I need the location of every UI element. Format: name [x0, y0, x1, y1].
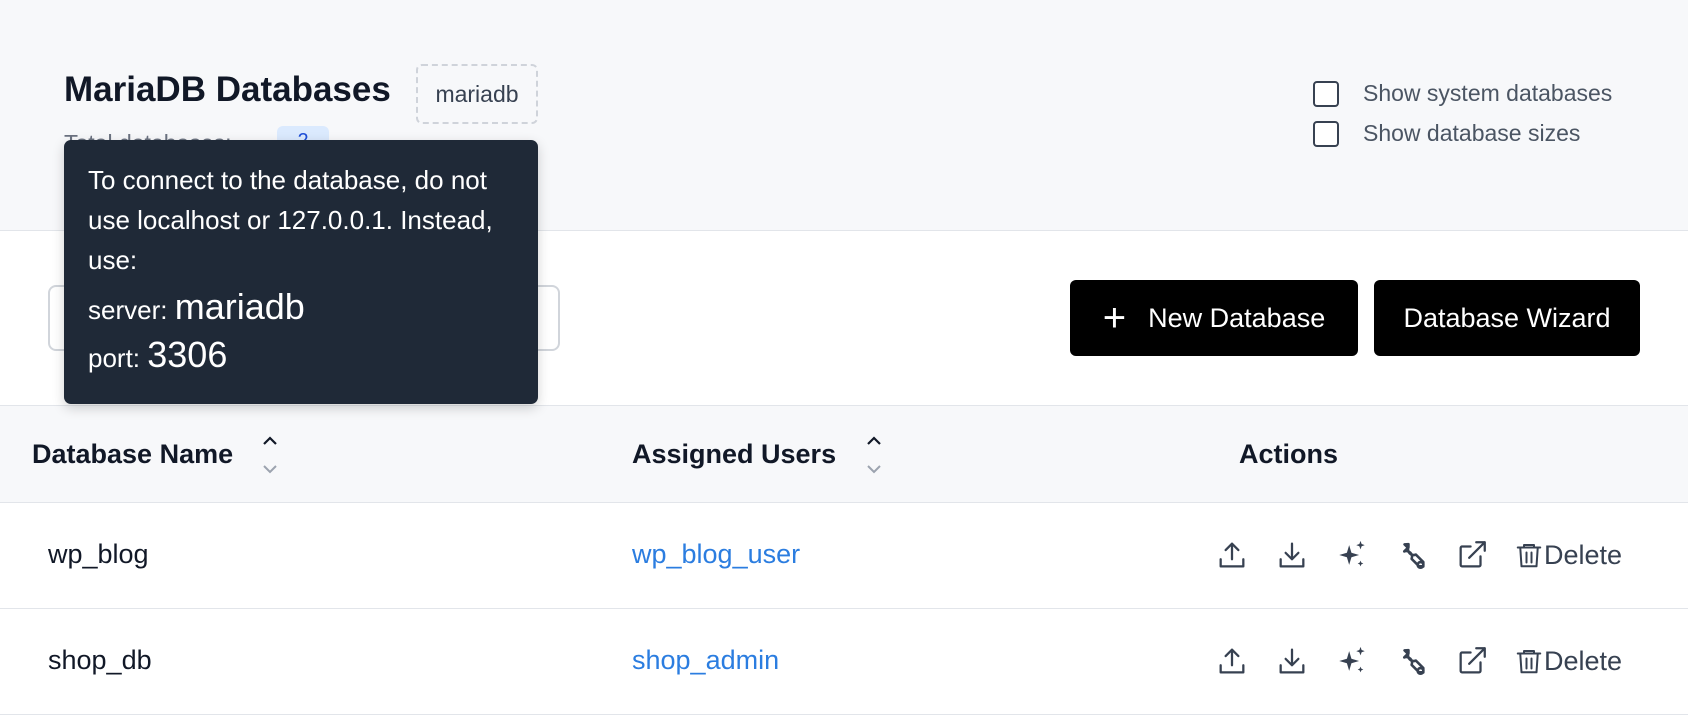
tooltip-server-line: server: mariadb: [88, 286, 514, 328]
sort-users-icon[interactable]: [864, 430, 884, 480]
external-link-icon[interactable]: [1454, 643, 1490, 679]
connection-info-tooltip: To connect to the database, do not use l…: [64, 140, 538, 404]
show-system-databases-label[interactable]: Show system databases: [1363, 80, 1612, 107]
new-database-label: New Database: [1148, 302, 1326, 333]
column-header-assigned-users[interactable]: Assigned Users: [632, 439, 836, 470]
sort-name-icon[interactable]: [260, 430, 280, 480]
port-value: 3306: [147, 334, 228, 375]
download-icon[interactable]: [1274, 643, 1310, 679]
tooltip-port-line: port: 3306: [88, 334, 514, 376]
show-system-databases-option[interactable]: Show system databases: [1313, 80, 1612, 107]
wrench-icon[interactable]: [1394, 537, 1430, 573]
delete-label: Delete: [1544, 645, 1623, 676]
assigned-user-link[interactable]: shop_admin: [632, 645, 779, 676]
engine-badge[interactable]: mariadb: [416, 64, 538, 124]
server-label: server:: [88, 295, 168, 325]
external-link-icon[interactable]: [1454, 537, 1490, 573]
row-actions: Delete: [1214, 641, 1622, 681]
show-system-databases-checkbox[interactable]: [1313, 80, 1339, 107]
column-header-actions: Actions: [1239, 439, 1339, 469]
trash-icon: [1514, 537, 1544, 573]
port-label: port:: [88, 343, 141, 373]
column-header-database-name[interactable]: Database Name: [32, 439, 233, 470]
row-actions: Delete: [1214, 535, 1622, 575]
new-database-button[interactable]: + New Database: [1070, 280, 1358, 356]
database-name: wp_blog: [48, 539, 149, 569]
database-wizard-button[interactable]: Database Wizard: [1374, 280, 1640, 356]
table-row: wp_blog wp_blog_user Delete: [0, 503, 1688, 609]
table-row: shop_db shop_admin Delete: [0, 609, 1688, 715]
plus-icon: +: [1102, 296, 1127, 340]
download-icon[interactable]: [1274, 537, 1310, 573]
delete-label: Delete: [1544, 539, 1623, 570]
tooltip-text: To connect to the database, do not use l…: [88, 165, 493, 275]
wrench-icon[interactable]: [1394, 643, 1430, 679]
database-name: shop_db: [48, 645, 152, 675]
trash-icon: [1514, 643, 1544, 679]
assigned-user-link[interactable]: wp_blog_user: [632, 539, 800, 570]
show-database-sizes-label[interactable]: Show database sizes: [1363, 120, 1580, 147]
server-value: mariadb: [174, 286, 305, 327]
show-database-sizes-option[interactable]: Show database sizes: [1313, 120, 1580, 147]
upload-icon[interactable]: [1214, 643, 1250, 679]
page-title: MariaDB Databases: [64, 70, 391, 109]
upload-icon[interactable]: [1214, 537, 1250, 573]
show-database-sizes-checkbox[interactable]: [1313, 120, 1339, 147]
sparkles-icon[interactable]: [1334, 537, 1370, 573]
delete-button[interactable]: Delete: [1514, 537, 1622, 573]
delete-button[interactable]: Delete: [1514, 643, 1622, 679]
sparkles-icon[interactable]: [1334, 643, 1370, 679]
table-header: Database Name Assigned Users Actions: [0, 405, 1688, 503]
